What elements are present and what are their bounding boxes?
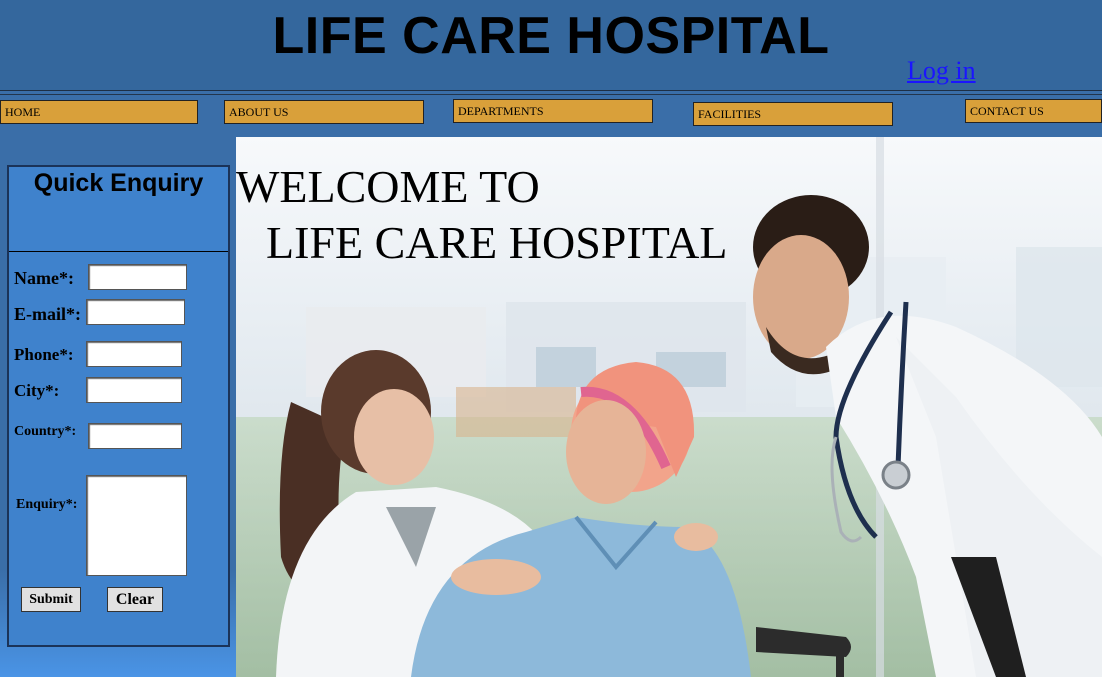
sidebar: Quick Enquiry Name*: E-mail*: Phone*: Ci… [0,137,236,677]
submit-button[interactable]: Submit [21,587,81,612]
phone-field[interactable] [86,341,182,367]
country-label: Country*: [14,424,77,439]
country-field[interactable] [88,423,182,449]
nav-facilities-button[interactable]: FACILITIES [693,102,893,126]
quick-enquiry-form: Quick Enquiry Name*: E-mail*: Phone*: Ci… [7,165,230,647]
nav-home-button[interactable]: HOME [0,100,198,124]
header-divider [0,94,1102,95]
welcome-heading: WELCOME TO LIFE CARE HOSPITAL [236,159,727,271]
clear-button[interactable]: Clear [107,587,163,612]
hero-banner: WELCOME TO LIFE CARE HOSPITAL [236,137,1102,677]
phone-label: Phone*: [14,345,74,364]
email-field[interactable] [86,299,185,325]
enquiry-divider [9,251,228,252]
site-header: LIFE CARE HOSPITAL Log in [0,0,1102,91]
name-field[interactable] [88,264,187,290]
enquiry-textarea[interactable] [86,475,187,576]
name-label: Name*: [14,268,74,288]
login-link[interactable]: Log in [907,56,976,86]
welcome-line-1: WELCOME TO [236,161,540,212]
city-label: City*: [14,381,60,400]
enquiry-label: Enquiry*: [16,497,78,512]
email-label: E-mail*: [14,304,81,324]
welcome-line-2: LIFE CARE HOSPITAL [266,217,728,268]
nav-about-button[interactable]: ABOUT US [224,100,424,124]
city-field[interactable] [86,377,182,403]
nav-contact-button[interactable]: CONTACT US [965,99,1102,123]
nav-departments-button[interactable]: DEPARTMENTS [453,99,653,123]
enquiry-title: Quick Enquiry [33,169,204,197]
